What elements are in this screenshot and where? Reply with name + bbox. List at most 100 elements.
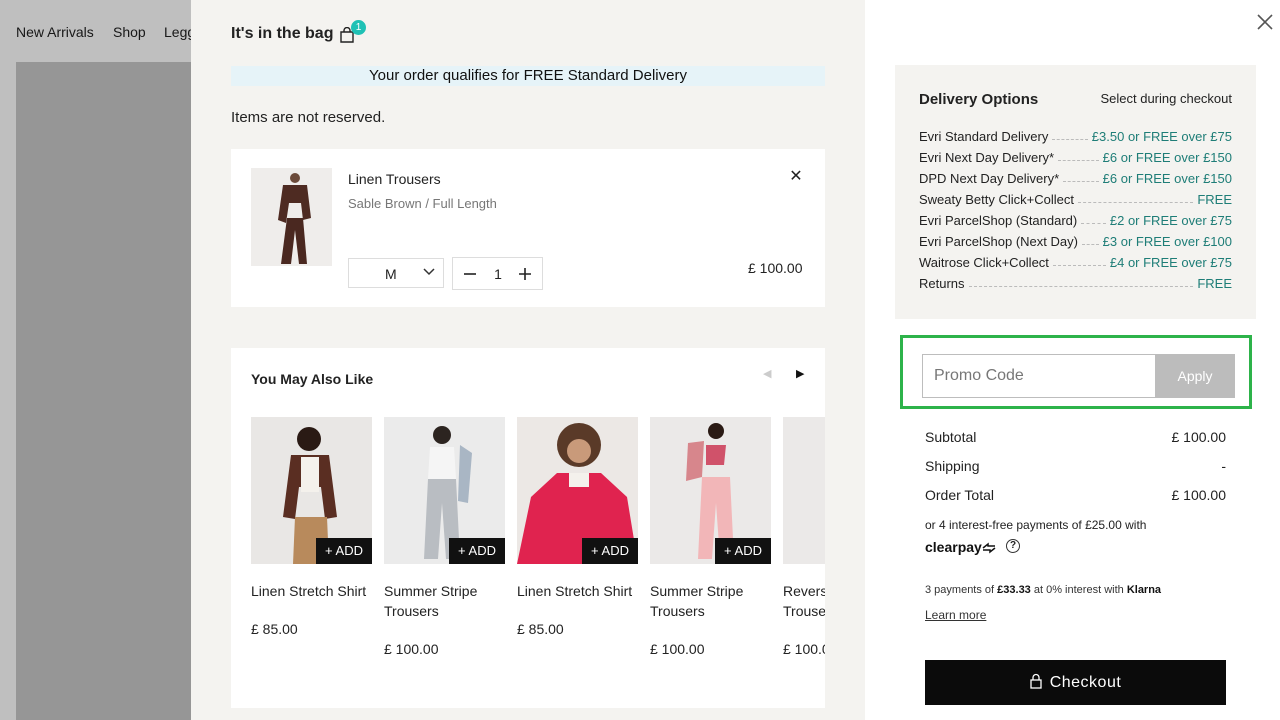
bag-title: It's in the bag [231, 25, 334, 42]
apply-promo-button[interactable]: Apply [1155, 354, 1235, 398]
free-delivery-banner: Your order qualifies for FREE Standard D… [231, 66, 825, 86]
carousel-next-button[interactable]: ▶ [796, 367, 804, 380]
remove-item-button[interactable]: ✕ [788, 169, 804, 185]
product-card[interactable]: + ADD Summer Stripe Trousers £ 100.00 [650, 417, 771, 657]
lock-icon [1030, 674, 1042, 689]
product-card[interactable]: + ADD Linen Stretch Shirt £ 85.00 [251, 417, 372, 637]
minus-icon [464, 273, 476, 275]
delivery-option-price: £6 or FREE over £150 [1102, 171, 1232, 186]
bag-drawer: It's in the bag 1 Your order qualifies f… [191, 0, 865, 720]
klarna-logo: Klarna [1126, 584, 1162, 596]
close-icon [1257, 14, 1273, 30]
delivery-option-name: Evri Standard Delivery [919, 129, 1049, 144]
delivery-option: Evri ParcelShop (Standard) £2 or FREE ov… [919, 211, 1232, 228]
delivery-option-price: FREE [1197, 276, 1232, 291]
item-price: £ 100.00 [748, 260, 803, 276]
promo-code-section: Apply [900, 335, 1252, 409]
item-name[interactable]: Linen Trousers [348, 171, 441, 187]
ymal-title: You May Also Like [251, 371, 374, 387]
clearpay-arrows-icon [982, 542, 996, 554]
delivery-option: Evri Standard Delivery £3.50 or FREE ove… [919, 127, 1232, 144]
page-overlay[interactable] [0, 0, 191, 720]
product-card[interactable]: Reversible Stripe Trousers £ 100.00 [783, 417, 825, 657]
checkout-button[interactable]: Checkout [925, 660, 1226, 705]
product-price: £ 100.00 [783, 641, 825, 657]
product-price: £ 85.00 [251, 621, 298, 637]
add-to-bag-button[interactable]: + ADD [582, 538, 638, 564]
bag-item: Linen Trousers Sable Brown / Full Length… [231, 149, 825, 307]
delivery-option-name: Evri ParcelShop (Standard) [919, 213, 1078, 228]
product-price: £ 85.00 [517, 621, 564, 637]
klarna-learn-more-link[interactable]: Learn more [925, 608, 986, 622]
bag-count-badge: 1 [351, 20, 366, 35]
delivery-option-price: £2 or FREE over £75 [1109, 213, 1232, 228]
delivery-option: Returns FREE [919, 274, 1232, 291]
product-price: £ 100.00 [650, 641, 705, 657]
product-name[interactable]: Reversible Stripe Trousers [783, 581, 825, 621]
close-icon: ✕ [789, 168, 803, 185]
add-to-bag-button[interactable]: + ADD [715, 538, 771, 564]
quantity-value: 1 [494, 266, 502, 282]
delivery-option-price: FREE [1197, 192, 1232, 207]
order-total-value: £ 100.00 [1171, 487, 1227, 503]
delivery-option-name: Waitrose Click+Collect [919, 255, 1049, 270]
delivery-options: Delivery Options Select during checkout … [895, 65, 1256, 319]
clearpay-message: or 4 interest-free payments of £25.00 wi… [925, 518, 1147, 532]
delivery-subtitle: Select during checkout [1100, 91, 1232, 106]
close-bag-button[interactable] [1255, 12, 1275, 32]
increase-quantity-button[interactable] [517, 263, 533, 290]
carousel-prev-button[interactable]: ◀ [763, 367, 771, 380]
subtotal-row: Subtotal £ 100.00 [925, 429, 1226, 445]
delivery-option-name: Returns [919, 276, 965, 291]
subtotal-label: Subtotal [925, 429, 977, 445]
delivery-option-name: Sweaty Betty Click+Collect [919, 192, 1074, 207]
order-total-label: Order Total [925, 487, 994, 503]
product-image[interactable]: + ADD [517, 417, 638, 564]
delivery-option: Sweaty Betty Click+Collect FREE [919, 190, 1232, 207]
delivery-option-price: £4 or FREE over £75 [1109, 255, 1232, 270]
shipping-row: Shipping - [925, 458, 1226, 474]
promo-code-input[interactable] [922, 354, 1156, 398]
order-total-row: Order Total £ 100.00 [925, 487, 1226, 503]
subtotal-value: £ 100.00 [1171, 429, 1227, 445]
product-image[interactable] [783, 417, 825, 564]
product-card[interactable]: + ADD Linen Stretch Shirt £ 85.00 [517, 417, 638, 637]
size-select[interactable]: M [348, 258, 444, 288]
delivery-title: Delivery Options [919, 91, 1039, 108]
add-to-bag-button[interactable]: + ADD [316, 538, 372, 564]
product-image[interactable] [251, 168, 332, 266]
product-name[interactable]: Summer Stripe Trousers [384, 581, 509, 621]
clearpay-info-icon[interactable]: ? [1006, 539, 1020, 553]
product-name[interactable]: Linen Stretch Shirt [517, 581, 642, 601]
delivery-option: Waitrose Click+Collect £4 or FREE over £… [919, 253, 1232, 270]
delivery-option-name: Evri Next Day Delivery* [919, 150, 1055, 165]
decrease-quantity-button[interactable] [462, 264, 478, 289]
product-name[interactable]: Linen Stretch Shirt [251, 581, 376, 601]
add-to-bag-button[interactable]: + ADD [449, 538, 505, 564]
klarna-message: 3 payments of £33.33 at 0% interest with… [925, 584, 1162, 596]
shipping-value: - [1221, 458, 1226, 474]
delivery-option-price: £3 or FREE over £100 [1102, 234, 1232, 249]
clearpay-logo: clearpay [925, 539, 996, 555]
product-name[interactable]: Summer Stripe Trousers [650, 581, 775, 621]
delivery-option-price: £6 or FREE over £150 [1102, 150, 1232, 165]
delivery-option-price: £3.50 or FREE over £75 [1091, 129, 1232, 144]
checkout-label: Checkout [1049, 674, 1122, 691]
delivery-option-name: Evri ParcelShop (Next Day) [919, 234, 1078, 249]
items-not-reserved-notice: Items are not reserved. [231, 109, 386, 126]
delivery-option: Evri ParcelShop (Next Day) £3 or FREE ov… [919, 232, 1232, 249]
chevron-down-icon [423, 264, 435, 283]
product-price: £ 100.00 [384, 641, 439, 657]
size-value: M [385, 266, 397, 282]
plus-icon [519, 268, 531, 280]
you-may-also-like: You May Also Like ◀ ▶ + ADD Linen Stretc… [231, 348, 825, 708]
product-image[interactable]: + ADD [251, 417, 372, 564]
product-card[interactable]: + ADD Summer Stripe Trousers £ 100.00 [384, 417, 505, 657]
delivery-option-name: DPD Next Day Delivery* [919, 171, 1060, 186]
delivery-option: DPD Next Day Delivery* £6 or FREE over £… [919, 169, 1232, 186]
product-image[interactable]: + ADD [384, 417, 505, 564]
product-image[interactable]: + ADD [650, 417, 771, 564]
shipping-label: Shipping [925, 458, 980, 474]
item-variant: Sable Brown / Full Length [348, 196, 497, 211]
quantity-stepper: 1 [452, 257, 543, 290]
